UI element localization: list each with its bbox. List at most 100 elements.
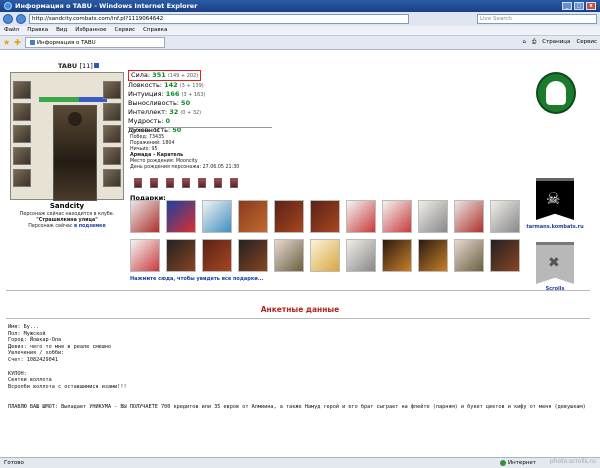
stat-label: Интуиция: <box>128 90 164 98</box>
url-input[interactable]: http://sandcity.combats.com/inf.pl?11190… <box>29 14 409 24</box>
gloves-slot[interactable] <box>103 103 121 121</box>
weapon-slot[interactable] <box>13 125 31 143</box>
stat-label: Интеллект: <box>128 108 168 116</box>
status-text: Готово <box>4 460 24 466</box>
amulet-slot[interactable] <box>13 103 31 121</box>
stat-value: 50 <box>181 99 191 107</box>
gift-item[interactable] <box>130 200 160 233</box>
scrolls-banner-icon[interactable] <box>536 242 574 284</box>
close-button[interactable]: x <box>586 2 596 10</box>
menu-item-tools[interactable]: Сервис <box>115 27 136 34</box>
gift-item[interactable] <box>238 239 268 272</box>
tab-info[interactable]: Информация о TABU <box>24 37 165 48</box>
menu-item-file[interactable]: Файл <box>4 27 19 34</box>
gift-item[interactable] <box>274 200 304 233</box>
info-flag-icon[interactable] <box>93 63 99 68</box>
gift-item[interactable] <box>310 239 340 272</box>
menu-item-favorites[interactable]: Избранное <box>75 27 106 34</box>
gift-item[interactable] <box>418 200 448 233</box>
gift-item[interactable] <box>238 200 268 233</box>
maximize-button[interactable]: □ <box>574 2 584 10</box>
character-level: [11] <box>79 62 93 70</box>
character-online-note: Персонаж сейчас находится в клубе. "Стра… <box>10 212 124 230</box>
medal-icon[interactable] <box>230 178 238 188</box>
security-zone: Интернет <box>500 460 536 466</box>
promo-text: ПЛАВЛЮ ВАШ ШМОТ: Выпадает УНИКУМА - ВЫ П… <box>8 404 586 411</box>
gift-item[interactable] <box>454 200 484 233</box>
menu-item-help[interactable]: Справка <box>143 27 167 34</box>
earring-slot[interactable] <box>103 81 121 99</box>
tools-menu-button[interactable]: Сервис <box>576 39 597 46</box>
profile-sex: Пол: Мужской <box>8 330 46 337</box>
add-favorites-icon[interactable]: ✚ <box>14 38 21 47</box>
medal-icon[interactable] <box>198 178 206 188</box>
gift-item[interactable] <box>166 239 196 272</box>
page-icon <box>29 40 35 45</box>
medal-icon[interactable] <box>150 178 158 188</box>
ie-icon <box>4 2 12 10</box>
gift-item[interactable] <box>346 239 376 272</box>
medal-icon[interactable] <box>182 178 190 188</box>
armor-slot[interactable] <box>13 147 31 165</box>
search-input[interactable]: Live Search <box>477 14 597 24</box>
address-bar: http://sandcity.combats.com/inf.pl?11190… <box>0 12 600 26</box>
stat-label: Сила: <box>131 71 151 79</box>
all-gifts-link[interactable]: Нажмите сюда, чтобы увидеть все подарки.… <box>130 276 263 282</box>
belt-slot[interactable] <box>13 169 31 187</box>
helmet-slot[interactable] <box>13 81 31 99</box>
minimize-button[interactable]: _ <box>562 2 572 10</box>
stat-extra: (149 + 202) <box>167 73 199 79</box>
favorites-star-icon[interactable]: ★ <box>3 38 10 47</box>
print-icon[interactable]: ⎙ <box>532 39 536 46</box>
gift-item[interactable] <box>346 200 376 233</box>
gift-item[interactable] <box>274 239 304 272</box>
stat-label: Выносливость: <box>128 99 179 107</box>
profile-hobby: Увлечения / хобби: <box>8 350 65 357</box>
page-menu-button[interactable]: Страница <box>542 39 570 46</box>
kupon-title: КУПОН: <box>8 370 27 377</box>
stat-value: 142 <box>164 81 178 89</box>
home-icon[interactable]: ⌂ <box>522 39 526 46</box>
gift-item[interactable] <box>166 200 196 233</box>
forward-button[interactable] <box>16 14 26 24</box>
character-nick: TABU [11] <box>58 62 99 70</box>
clan-site-link[interactable]: tarmans.kombats.ru <box>524 224 586 230</box>
gift-item[interactable] <box>130 239 160 272</box>
stat-label: Мудрость: <box>128 117 164 125</box>
gift-item[interactable] <box>418 239 448 272</box>
medal-icon[interactable] <box>166 178 174 188</box>
stat-row-intuition: Интуиция: 166 (3 + 163) <box>128 90 268 99</box>
clan-logo-icon[interactable] <box>536 72 576 114</box>
character-equipment-panel <box>10 72 124 201</box>
globe-icon <box>500 460 507 466</box>
skull-banner-icon[interactable] <box>536 178 574 220</box>
stats-list: Сила: 351 (149 + 202) Ловкость: 142 (3 +… <box>128 70 268 135</box>
watermark: photo.scrolls.ru <box>549 458 596 465</box>
gift-item[interactable] <box>202 239 232 272</box>
window-controls: _ □ x <box>562 2 596 10</box>
menu-item-edit[interactable]: Правка <box>27 27 48 34</box>
stat-value: 166 <box>165 90 180 98</box>
gift-item[interactable] <box>382 200 412 233</box>
gift-item[interactable] <box>310 200 340 233</box>
menu-item-view[interactable]: Вид <box>56 27 67 34</box>
stat-extra: (3 + 139) <box>179 83 204 89</box>
back-button[interactable] <box>3 14 13 24</box>
gift-item[interactable] <box>490 239 520 272</box>
status-bar: Готово Интернет photo.scrolls.ru <box>0 457 600 468</box>
leggings-slot[interactable] <box>103 147 121 165</box>
gift-item[interactable] <box>202 200 232 233</box>
stat-value: 351 <box>152 71 166 79</box>
section-divider <box>6 318 590 319</box>
stat-row-wisdom: Мудрость: 0 <box>128 117 268 126</box>
boots-slot[interactable] <box>103 169 121 187</box>
medal-icon[interactable] <box>214 178 222 188</box>
scrolls-link[interactable]: Scrolls <box>524 286 586 292</box>
gift-item[interactable] <box>382 239 412 272</box>
gift-item[interactable] <box>490 200 520 233</box>
kupon-line: Всролби воллота с оставшимися изами!!! <box>8 383 127 390</box>
command-bar: ⌂ ⎙ Страница Сервис <box>522 39 597 46</box>
shield-slot[interactable] <box>103 125 121 143</box>
gift-item[interactable] <box>454 239 484 272</box>
medal-icon[interactable] <box>134 178 142 188</box>
